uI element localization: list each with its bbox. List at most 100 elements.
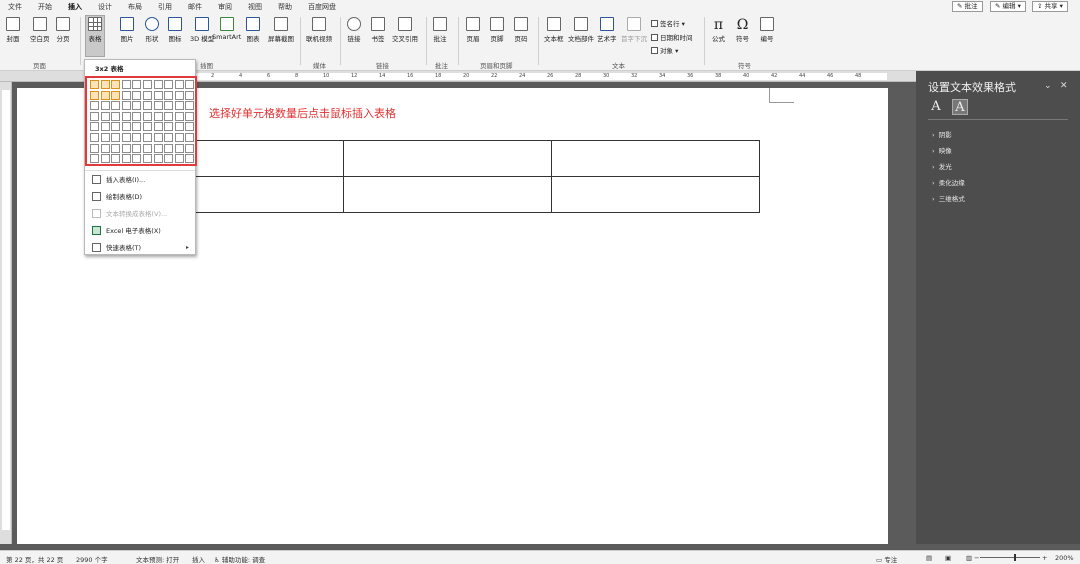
insert-table-menu-item[interactable]: 插入表格(I)... xyxy=(92,174,145,184)
table-grid-picker[interactable] xyxy=(85,76,197,166)
grid-cell[interactable] xyxy=(174,80,184,89)
section-shadow[interactable]: › 阴影 xyxy=(932,129,952,139)
grid-cell[interactable] xyxy=(153,80,163,89)
grid-cell[interactable] xyxy=(111,90,121,100)
grid-cell[interactable] xyxy=(174,111,184,121)
screenshot-button[interactable]: 屏幕截图 xyxy=(268,17,294,43)
tab-references[interactable]: 引用 xyxy=(158,2,172,12)
grid-cell[interactable] xyxy=(164,80,174,89)
grid-cell[interactable] xyxy=(100,122,110,132)
close-icon[interactable]: ✕ xyxy=(1060,81,1068,91)
grid-cell[interactable] xyxy=(90,154,99,164)
grid-cell[interactable] xyxy=(90,80,99,89)
grid-cell[interactable] xyxy=(132,80,142,89)
grid-cell[interactable] xyxy=(143,111,152,121)
grid-cell[interactable] xyxy=(164,133,174,142)
zoom-in-icon[interactable]: + xyxy=(1042,554,1047,562)
grid-cell[interactable] xyxy=(174,133,184,142)
grid-cell[interactable] xyxy=(185,111,195,121)
grid-cell[interactable] xyxy=(132,154,142,164)
table-button[interactable]: 表格 xyxy=(85,15,105,57)
cross-reference-button[interactable]: 交叉引用 xyxy=(392,17,418,43)
grid-cell[interactable] xyxy=(174,101,184,111)
drop-cap-button[interactable]: 首字下沉 xyxy=(621,17,647,43)
grid-cell[interactable] xyxy=(174,143,184,153)
footer-button[interactable]: 页脚 xyxy=(490,17,504,43)
grid-cell[interactable] xyxy=(111,122,121,132)
grid-cell[interactable] xyxy=(121,122,131,132)
tab-design[interactable]: 设计 xyxy=(98,2,112,12)
page-number-button[interactable]: 页码 xyxy=(514,17,528,43)
word-count[interactable]: 2990 个字 xyxy=(76,554,108,564)
grid-cell[interactable] xyxy=(164,90,174,100)
grid-cell[interactable] xyxy=(121,90,131,100)
grid-cell[interactable] xyxy=(174,90,184,100)
grid-cell[interactable] xyxy=(90,133,99,142)
grid-cell[interactable] xyxy=(164,101,174,111)
grid-cell[interactable] xyxy=(111,154,121,164)
grid-cell[interactable] xyxy=(164,122,174,132)
zoom-level[interactable]: 200% xyxy=(1055,554,1074,562)
grid-cell[interactable] xyxy=(100,143,110,153)
cover-page-button[interactable]: 封面 xyxy=(6,17,20,43)
grid-cell[interactable] xyxy=(153,90,163,100)
3d-model-button[interactable]: 3D 模型 xyxy=(190,17,214,43)
grid-cell[interactable] xyxy=(121,154,131,164)
grid-cell[interactable] xyxy=(164,143,174,153)
grid-cell[interactable] xyxy=(185,122,195,132)
tab-baidu-netdisk[interactable]: 百度网盘 xyxy=(308,2,336,12)
blank-page-button[interactable]: 空白页 xyxy=(30,17,50,43)
grid-cell[interactable] xyxy=(164,154,174,164)
grid-cell[interactable] xyxy=(121,80,131,89)
print-layout-icon[interactable]: ▣ xyxy=(945,554,951,562)
icons-button[interactable]: 图标 xyxy=(168,17,182,43)
grid-cell[interactable] xyxy=(100,80,110,89)
shapes-button[interactable]: 形状 xyxy=(145,17,159,43)
grid-cell[interactable] xyxy=(143,80,152,89)
table-cell[interactable] xyxy=(343,176,552,213)
grid-cell[interactable] xyxy=(185,80,195,89)
grid-cell[interactable] xyxy=(164,111,174,121)
insert-mode-status[interactable]: 插入 xyxy=(192,554,205,564)
share-button[interactable]: ⇪ 共享 ▾ xyxy=(1032,1,1068,12)
grid-cell[interactable] xyxy=(90,101,99,111)
grid-cell[interactable] xyxy=(143,101,152,111)
insert-comment-button[interactable]: 批注 xyxy=(433,17,447,43)
grid-cell[interactable] xyxy=(132,143,142,153)
comment-button[interactable]: ✎ 批注 xyxy=(952,1,983,12)
grid-cell[interactable] xyxy=(143,143,152,153)
page-break-button[interactable]: 分页 xyxy=(56,17,70,43)
grid-cell[interactable] xyxy=(143,154,152,164)
vertical-ruler[interactable] xyxy=(0,82,12,544)
grid-cell[interactable] xyxy=(174,154,184,164)
grid-cell[interactable] xyxy=(132,90,142,100)
grid-cell[interactable] xyxy=(153,143,163,153)
grid-cell[interactable] xyxy=(185,143,195,153)
tab-file[interactable]: 文件 xyxy=(8,2,22,12)
tab-layout[interactable]: 布局 xyxy=(128,2,142,12)
grid-cell[interactable] xyxy=(132,101,142,111)
grid-cell[interactable] xyxy=(111,143,121,153)
tab-home[interactable]: 开始 xyxy=(38,2,52,12)
grid-cell[interactable] xyxy=(174,122,184,132)
tab-mailings[interactable]: 邮件 xyxy=(188,2,202,12)
table-cell[interactable] xyxy=(551,140,760,177)
draw-table-menu-item[interactable]: 绘制表格(D) xyxy=(92,191,142,201)
grid-cell[interactable] xyxy=(90,143,99,153)
quick-tables-menu-item[interactable]: 快速表格(T) xyxy=(92,242,141,252)
grid-cell[interactable] xyxy=(185,154,195,164)
picture-button[interactable]: 图片 xyxy=(120,17,134,43)
grid-cell[interactable] xyxy=(143,122,152,132)
grid-cell[interactable] xyxy=(132,122,142,132)
link-button[interactable]: 链接 xyxy=(347,17,361,43)
inserted-table[interactable] xyxy=(135,140,760,213)
text-fill-outline-icon[interactable]: A xyxy=(928,99,944,115)
quick-parts-button[interactable]: 文档部件 xyxy=(568,17,594,43)
grid-cell[interactable] xyxy=(111,101,121,111)
grid-cell[interactable] xyxy=(121,111,131,121)
text-prediction-status[interactable]: 文本预测: 打开 xyxy=(136,554,179,564)
grid-cell[interactable] xyxy=(100,111,110,121)
chart-button[interactable]: 图表 xyxy=(246,17,260,43)
grid-cell[interactable] xyxy=(100,154,110,164)
tab-view[interactable]: 视图 xyxy=(248,2,262,12)
